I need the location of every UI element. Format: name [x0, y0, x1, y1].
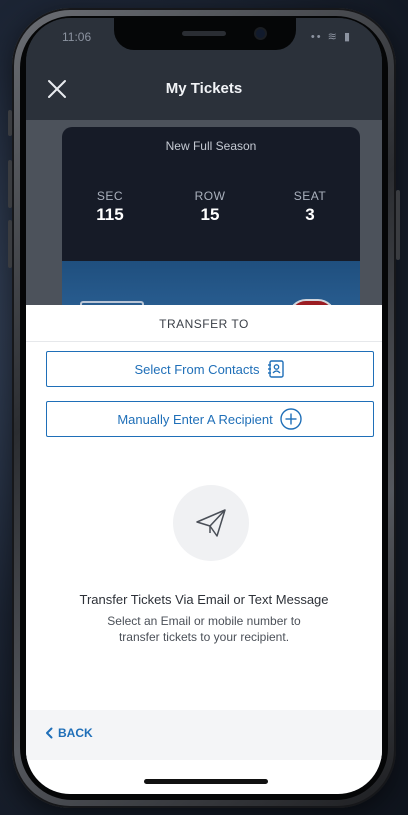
sheet-title: TRANSFER TO — [159, 317, 249, 331]
header-bar: My Tickets — [26, 62, 382, 120]
back-label: BACK — [58, 726, 93, 740]
status-time: 11:06 — [62, 30, 92, 44]
page-title: My Tickets — [165, 80, 243, 97]
ticket-card[interactable]: New Full Season SEC 115 ROW 15 SEAT 3 — [62, 127, 360, 317]
mute-switch — [8, 110, 12, 136]
back-bar: BACK — [26, 710, 382, 760]
contacts-icon — [267, 360, 284, 378]
row-info: ROW 15 — [170, 189, 250, 225]
empty-state-illustration — [173, 485, 249, 561]
row-value: 15 — [200, 205, 220, 224]
phone-screen: 11:06 •• ≋ ▮ My Tickets New Full Season … — [26, 18, 382, 794]
section-info: SEC 115 — [70, 189, 150, 225]
seat-info: SEAT 3 — [270, 189, 350, 225]
section-value: 115 — [96, 205, 124, 224]
volume-down-button — [8, 220, 12, 268]
volume-up-button — [8, 160, 12, 208]
empty-state-description: Select an Email or mobile number to tran… — [107, 614, 301, 644]
chevron-left-icon — [46, 727, 53, 739]
seat-label: SEAT — [293, 189, 327, 203]
paper-plane-icon — [196, 509, 226, 537]
home-indicator[interactable] — [144, 779, 268, 784]
seat-value: 3 — [305, 205, 315, 224]
section-label: SEC — [96, 189, 124, 203]
power-button — [396, 190, 400, 260]
manually-enter-recipient-button[interactable]: Manually Enter A Recipient — [46, 401, 374, 437]
manually-enter-recipient-label: Manually Enter A Recipient — [117, 411, 273, 427]
transfer-sheet: TRANSFER TO Select From Contacts Manuall… — [26, 305, 382, 794]
row-label: ROW — [194, 189, 226, 203]
notch — [114, 18, 296, 50]
sheet-divider — [26, 341, 382, 342]
ticket-area: New Full Season SEC 115 ROW 15 SEAT 3 — [26, 120, 382, 317]
empty-state-title: Transfer Tickets Via Email or Text Messa… — [79, 592, 329, 607]
select-from-contacts-button[interactable]: Select From Contacts — [46, 351, 374, 387]
status-icons: •• ≋ ▮ — [310, 31, 352, 43]
speaker — [182, 31, 226, 36]
ticket-name: New Full Season — [165, 139, 257, 153]
select-from-contacts-label: Select From Contacts — [134, 361, 260, 377]
camera — [256, 29, 265, 38]
plus-circle-icon — [279, 408, 302, 430]
back-button[interactable]: BACK — [44, 726, 93, 740]
